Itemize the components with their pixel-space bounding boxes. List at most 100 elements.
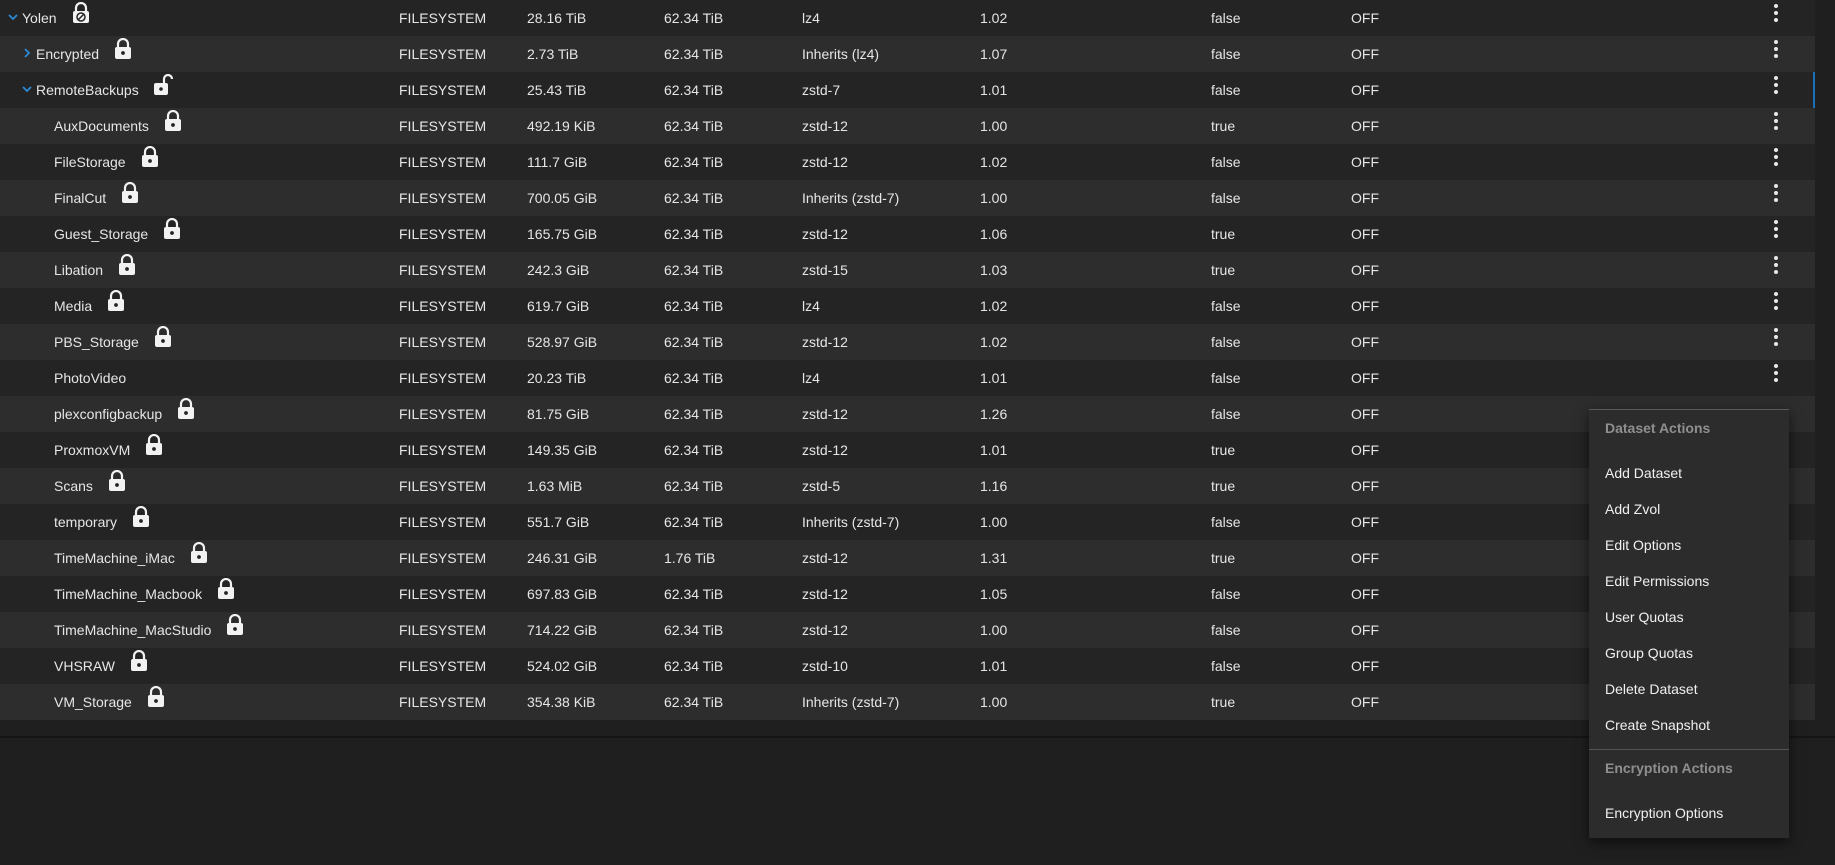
more-vert-icon [1774, 292, 1778, 310]
dataset-name: Encrypted [36, 46, 100, 62]
table-row[interactable]: plexconfigbackup FILESYSTEM 81.75 GiB 62.34… [0, 396, 1815, 432]
table-row[interactable]: TimeMachine_MacStudio FILESYSTEM 714.22 Gi… [0, 612, 1815, 648]
menu-item-group-quotas[interactable]: Group Quotas [1589, 635, 1789, 671]
compression-ratio: 1.02 [980, 154, 1008, 170]
dedup-value: OFF [1351, 262, 1379, 278]
readonly-value: false [1211, 298, 1241, 314]
used-space: 242.3 GiB [527, 262, 590, 278]
dataset-type: FILESYSTEM [399, 10, 487, 26]
readonly-value: true [1211, 226, 1236, 242]
table-row[interactable]: TimeMachine_Macbook FILESYSTEM 697.83 GiB 6… [0, 576, 1815, 612]
row-menu-button[interactable] [1764, 216, 1788, 252]
dataset-name-cell: plexconfigbackup [0, 396, 432, 432]
menu-spacer [1589, 786, 1789, 795]
dataset-name: RemoteBackups [36, 82, 139, 98]
used-space: 2.73 TiB [527, 46, 579, 62]
more-vert-icon [1774, 184, 1778, 202]
menu-item-user-quotas[interactable]: User Quotas [1589, 599, 1789, 635]
compression-ratio: 1.02 [980, 298, 1008, 314]
menu-item-delete-dataset[interactable]: Delete Dataset [1589, 671, 1789, 707]
used-space: 81.75 GiB [527, 406, 590, 422]
row-menu-button[interactable] [1764, 360, 1788, 396]
compression: Inherits (zstd-7) [802, 514, 900, 530]
dataset-name: Yolen [22, 10, 57, 26]
dataset-context-menu: Dataset Actions Add Dataset Add Zvol Edit … [1589, 409, 1789, 838]
row-menu-button[interactable] [1764, 288, 1788, 324]
available-space: 62.34 TiB [664, 10, 724, 26]
used-space: 524.02 GiB [527, 658, 598, 674]
table-row[interactable]: TimeMachine_iMac FILESYSTEM 246.31 GiB 1.76… [0, 540, 1815, 576]
table-row[interactable]: AuxDocuments FILESYSTEM 492.19 KiB 62.34 Ti… [0, 108, 1815, 144]
compression: zstd-12 [802, 154, 848, 170]
dataset-name-cell: TimeMachine_Macbook [0, 576, 432, 612]
menu-item-create-snapshot[interactable]: Create Snapshot [1589, 707, 1789, 743]
table-row[interactable]: Guest_Storage FILESYSTEM 165.75 GiB 62.34 T… [0, 216, 1815, 252]
dataset-name: FinalCut [54, 190, 107, 206]
compression-ratio: 1.07 [980, 46, 1008, 62]
compression: zstd-12 [802, 550, 848, 566]
table-row[interactable]: Libation FILESYSTEM 242.3 GiB 62.34 TiB zstd… [0, 252, 1815, 288]
row-menu-button[interactable] [1764, 144, 1788, 180]
table-row[interactable]: VM_Storage FILESYSTEM 354.38 KiB 62.34 TiB I… [0, 684, 1815, 720]
menu-item-edit-permissions[interactable]: Edit Permissions [1589, 563, 1789, 599]
dataset-name: PBS_Storage [54, 334, 139, 350]
menu-item-add-zvol[interactable]: Add Zvol [1589, 491, 1789, 527]
table-bottom-border [0, 736, 1835, 738]
used-space: 619.7 GiB [527, 298, 590, 314]
compression-ratio: 1.02 [980, 10, 1008, 26]
dedup-value: OFF [1351, 622, 1379, 638]
used-space: 28.16 TiB [527, 10, 587, 26]
more-vert-icon [1774, 40, 1778, 58]
table-row[interactable]: VHSRAW FILESYSTEM 524.02 GiB 62.34 TiB zstd-… [0, 648, 1815, 684]
used-space: 149.35 GiB [527, 442, 598, 458]
more-vert-icon [1774, 364, 1778, 382]
table-row[interactable]: FileStorage FILESYSTEM 111.7 GiB 62.34 TiB z… [0, 144, 1815, 180]
dataset-name: TimeMachine_iMac [54, 550, 175, 566]
used-space: 1.63 MiB [527, 478, 583, 494]
dataset-name-cell: temporary [0, 504, 432, 540]
dataset-type: FILESYSTEM [399, 370, 487, 386]
available-space: 62.34 TiB [664, 658, 724, 674]
available-space: 62.34 TiB [664, 118, 724, 134]
row-menu-button[interactable] [1764, 252, 1788, 288]
row-menu-button[interactable] [1764, 0, 1788, 36]
used-space: 20.23 TiB [527, 370, 587, 386]
menu-item-encryption-options[interactable]: Encryption Options [1589, 795, 1789, 831]
menu-item-edit-options[interactable]: Edit Options [1589, 527, 1789, 563]
chevron-right-icon[interactable] [20, 36, 34, 72]
available-space: 62.34 TiB [664, 370, 724, 386]
row-menu-button[interactable] [1764, 108, 1788, 144]
menu-item-add-dataset[interactable]: Add Dataset [1589, 455, 1789, 491]
available-space: 62.34 TiB [664, 154, 724, 170]
table-row[interactable]: PhotoVideo FILESYSTEM 20.23 TiB 62.34 TiB lz… [0, 360, 1815, 396]
table-row[interactable]: RemoteBackups FILESYSTEM 25.43 TiB 62.34 Ti… [0, 72, 1815, 108]
table-row[interactable]: FinalCut FILESYSTEM 700.05 GiB 62.34 TiB Inh… [0, 180, 1815, 216]
dataset-type: FILESYSTEM [399, 190, 487, 206]
lock-icon [107, 470, 127, 492]
table-row[interactable]: Scans FILESYSTEM 1.63 MiB 62.34 TiB zstd-5 1.… [0, 468, 1815, 504]
dataset-name-cell: PhotoVideo [0, 360, 432, 396]
compression-ratio: 1.00 [980, 190, 1008, 206]
used-space: 714.22 GiB [527, 622, 598, 638]
table-row[interactable]: ProxmoxVM FILESYSTEM 149.35 GiB 62.34 TiB zs… [0, 432, 1815, 468]
compression-ratio: 1.00 [980, 694, 1008, 710]
more-vert-icon [1774, 112, 1778, 130]
table-row[interactable]: PBS_Storage FILESYSTEM 528.97 GiB 62.34 TiB… [0, 324, 1815, 360]
row-menu-button[interactable] [1764, 36, 1788, 72]
dataset-name: PhotoVideo [54, 370, 127, 386]
table-row[interactable]: Encrypted FILESYSTEM 2.73 TiB 62.34 TiB Inhe… [0, 36, 1815, 72]
compression: zstd-15 [802, 262, 848, 278]
lock-icon [131, 506, 151, 528]
lock-icon [140, 146, 160, 168]
table-row[interactable]: temporary FILESYSTEM 551.7 GiB 62.34 TiB Inh… [0, 504, 1815, 540]
table-row[interactable]: Media FILESYSTEM 619.7 GiB 62.34 TiB lz4 1.02… [0, 288, 1815, 324]
chevron-down-icon[interactable] [6, 0, 20, 36]
row-menu-button[interactable] [1764, 324, 1788, 360]
row-menu-button[interactable] [1764, 72, 1788, 108]
table-row[interactable]: Yolen FILESYSTEM 28.16 TiB 62.34 TiB lz4 1.02… [0, 0, 1815, 36]
readonly-value: false [1211, 10, 1241, 26]
chevron-down-icon[interactable] [20, 72, 34, 108]
compression: lz4 [802, 298, 820, 314]
more-vert-icon [1774, 76, 1778, 94]
row-menu-button[interactable] [1764, 180, 1788, 216]
